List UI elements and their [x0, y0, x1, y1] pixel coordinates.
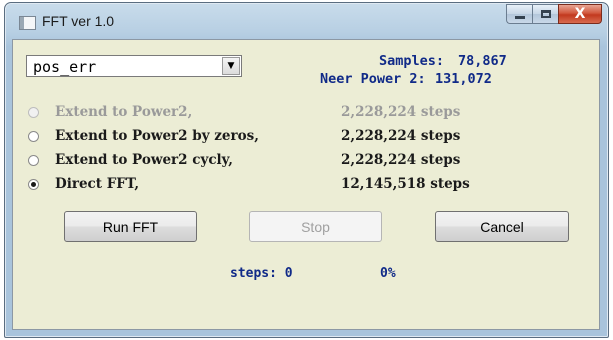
option-extend-zeros-steps: 2,228,224 steps	[341, 128, 461, 144]
option-extend-cycly-radio[interactable]	[28, 155, 39, 166]
close-icon: X	[574, 6, 586, 22]
cancel-button[interactable]: Cancel	[435, 211, 569, 242]
option-extend-zeros-label[interactable]: Extend to Power2 by zeros,	[55, 128, 259, 144]
caption-buttons: X	[506, 4, 602, 25]
title-bar[interactable]: FFT ver 1.0 X	[5, 3, 608, 41]
minimize-icon	[514, 15, 525, 19]
samples-value: 78,867	[458, 53, 507, 69]
samples-label: Samples:	[379, 53, 445, 69]
chevron-down-icon[interactable]: ▼	[222, 57, 240, 75]
source-dropdown[interactable]: pos_err ▼	[26, 55, 242, 77]
option-extend-cycly-steps: 2,228,224 steps	[341, 152, 461, 168]
progress-steps-text: steps: 0	[230, 266, 293, 281]
stop-button[interactable]: Stop	[249, 211, 382, 242]
option-extend-cycly-label[interactable]: Extend to Power2 cycly,	[55, 152, 233, 168]
progress-percent-text: 0%	[380, 266, 396, 281]
close-button[interactable]: X	[558, 4, 602, 24]
run-fft-button[interactable]: Run FFT	[64, 211, 197, 242]
option-extend-zeros-radio[interactable]	[28, 131, 39, 142]
option-extend-power2-steps: 2,228,224 steps	[341, 104, 461, 120]
near-power2-label: Neer Power 2:	[320, 71, 426, 87]
app-window-icon	[19, 16, 36, 30]
option-extend-power2-label: Extend to Power2,	[55, 104, 193, 120]
maximize-icon	[540, 10, 551, 18]
option-direct-fft-steps: 12,145,518 steps	[341, 176, 470, 192]
source-dropdown-value: pos_err	[33, 58, 97, 76]
fft-window: FFT ver 1.0 X pos_err ▼ Samples: 78,867 …	[4, 2, 609, 338]
option-direct-fft-label[interactable]: Direct FFT,	[55, 176, 139, 192]
window-title: FFT ver 1.0	[42, 13, 115, 29]
minimize-button[interactable]	[506, 4, 532, 24]
dialog-client-area: pos_err ▼ Samples: 78,867 Neer Power 2: …	[12, 39, 600, 330]
option-direct-fft-radio[interactable]	[28, 179, 39, 190]
maximize-button[interactable]	[532, 4, 558, 24]
near-power2-value: 131,072	[435, 71, 492, 87]
option-extend-power2-radio	[28, 107, 39, 118]
